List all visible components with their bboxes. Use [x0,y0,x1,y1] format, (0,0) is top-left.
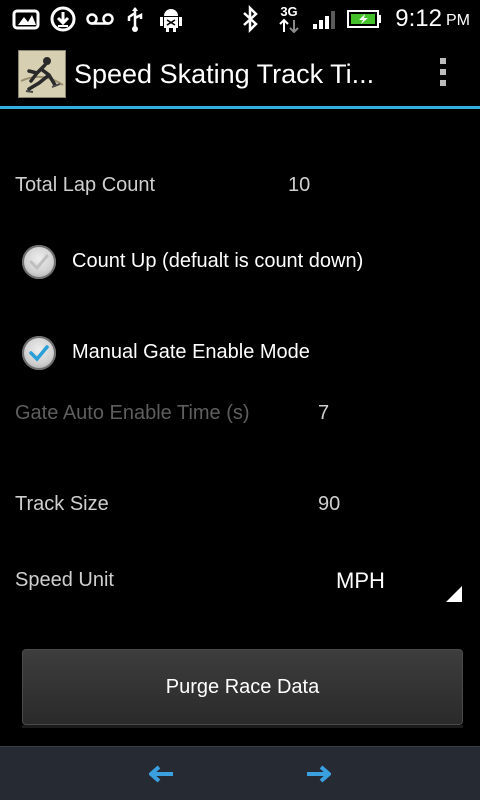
spinner-dropdown-icon[interactable] [446,586,462,602]
usb-icon [122,0,148,38]
bottom-navigation-bar [0,746,480,800]
track-size-label: Track Size [15,493,109,515]
count-up-label[interactable]: Count Up (defualt is count down) [72,250,363,273]
picture-icon [10,0,44,38]
clock-time: 9:12 [395,5,442,32]
speed-unit-label: Speed Unit [15,569,114,591]
arrow-right-icon[interactable] [302,757,336,791]
bluetooth-icon [238,0,262,38]
action-bar-divider [0,106,480,109]
arrow-left-icon[interactable] [144,757,178,791]
status-bar: 3G 9:12 PM [0,0,480,38]
speed-unit-spinner[interactable]: MPH [336,568,385,594]
3g-data-icon: 3G [276,0,302,38]
app-title: Speed Skating Track Ti... [74,59,375,89]
track-size-value[interactable]: 90 [318,493,340,516]
gate-auto-enable-time-value: 7 [318,402,330,424]
clock-ampm: PM [446,12,470,29]
purge-race-data-button[interactable]: Purge Race Data [22,649,463,725]
signal-icon [310,0,340,38]
manual-gate-checkbox[interactable] [22,336,56,370]
clock: 9:12 PM [395,0,470,38]
count-up-checkbox[interactable] [22,245,56,279]
action-bar: Speed Skating Track Ti... [0,38,480,106]
screen: 3G 9:12 PM Speed Skating Track Ti... Tot… [0,0,480,800]
checkmark-checked-icon [29,345,49,362]
gate-auto-enable-time-label: Gate Auto Enable Time (s) [15,402,250,424]
purge-race-data-label: Purge Race Data [165,675,320,698]
overflow-menu-icon[interactable] [438,58,448,90]
manual-gate-label[interactable]: Manual Gate Enable Mode [72,341,310,364]
android-debug-icon [156,0,186,38]
button-shadow [22,725,463,728]
voicemail-icon [86,0,114,38]
total-lap-count-label: Total Lap Count [15,174,156,196]
total-lap-count-value[interactable]: 10 [288,174,310,197]
network-type-label: 3G [280,3,298,19]
checkmark-unchecked-icon [29,254,49,271]
battery-charging-icon [346,0,384,38]
download-icon [48,0,78,38]
app-icon[interactable] [18,50,66,98]
